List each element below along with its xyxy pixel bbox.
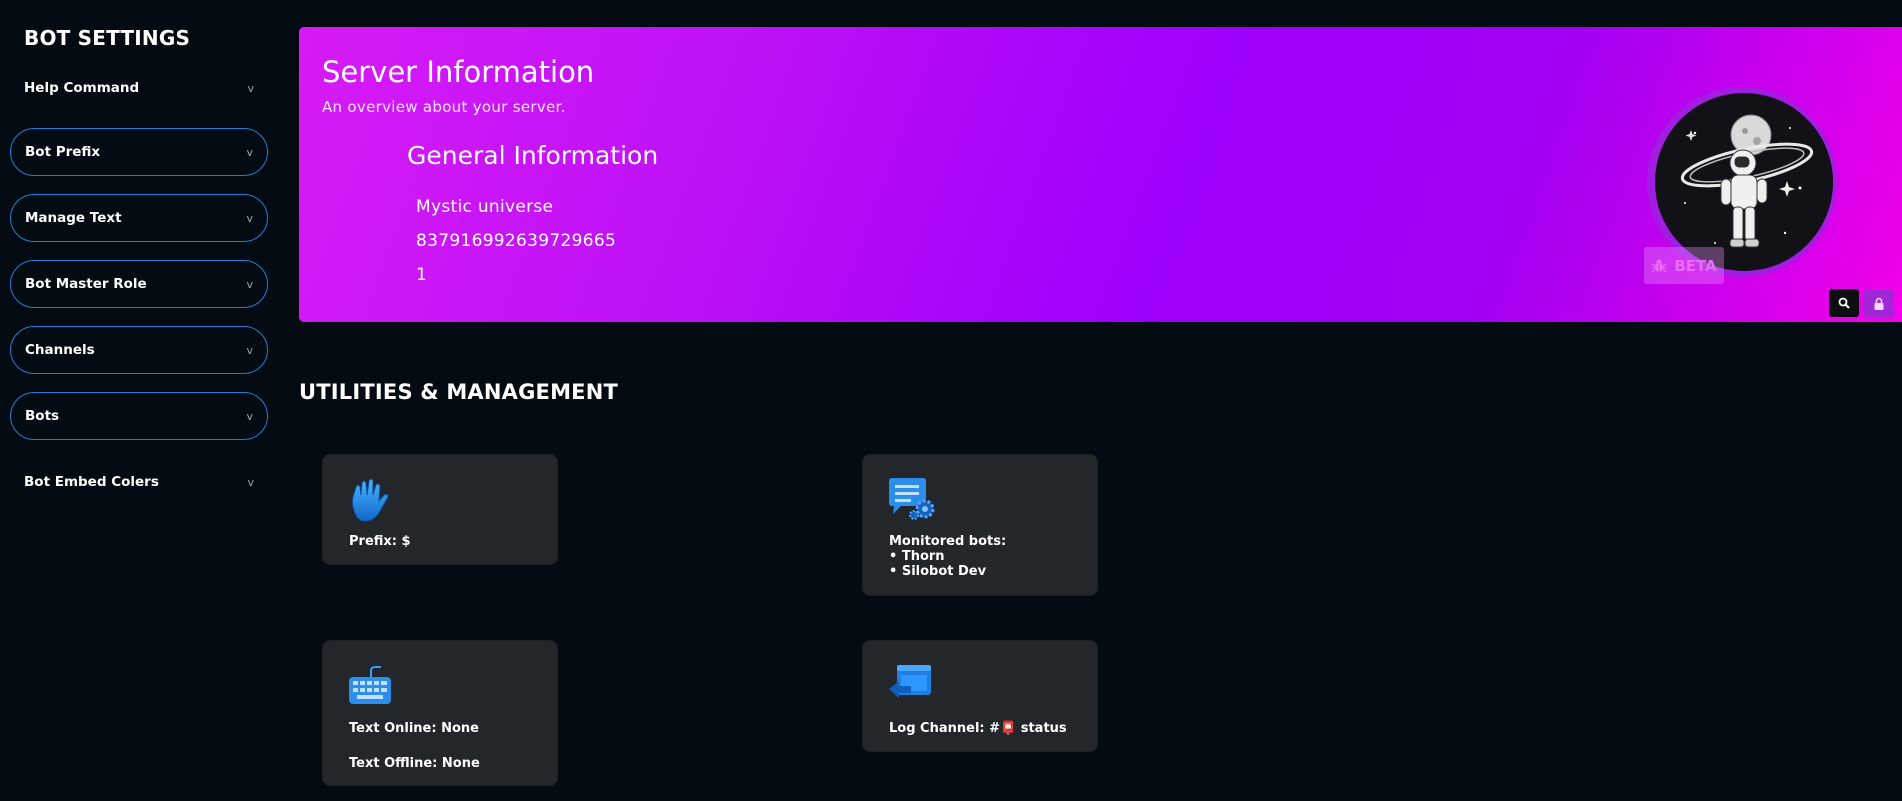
- banner-subtitle: An overview about your server.: [322, 98, 566, 116]
- sidebar-item-label: Bot Embed Colers: [24, 474, 159, 490]
- keyboard-icon: [349, 666, 391, 704]
- chevron-down-icon: v: [247, 81, 254, 95]
- sidebar: BOT SETTINGS Help Command v Bot Prefix v…: [0, 0, 280, 801]
- chevron-down-icon: v: [246, 343, 253, 357]
- chevron-down-icon: v: [246, 211, 253, 225]
- text-online: Text Online: None: [349, 721, 479, 736]
- monitored-bot-item: • Thorn: [889, 549, 945, 564]
- search-button[interactable]: [1829, 289, 1859, 317]
- window-arrow-icon: [889, 665, 931, 698]
- sidebar-item-label: Channels: [25, 342, 95, 358]
- chevron-down-icon: v: [246, 409, 253, 423]
- sidebar-item-manage-text[interactable]: Manage Text v: [10, 194, 268, 242]
- sidebar-title: BOT SETTINGS: [24, 26, 191, 50]
- text-offline: Text Offline: None: [349, 756, 480, 771]
- server-avatar: [1655, 93, 1833, 271]
- sidebar-item-label: Help Command: [24, 80, 140, 96]
- banner-title: Server Information: [322, 55, 595, 89]
- log-channel-card[interactable]: Log Channel: #📮 status: [862, 640, 1098, 752]
- astronaut-planet-icon: [1655, 93, 1833, 271]
- monitored-bots-heading: Monitored bots:: [889, 534, 1007, 549]
- sidebar-item-help-command[interactable]: Help Command v: [10, 64, 268, 112]
- server-info-banner: Server Information An overview about you…: [299, 27, 1902, 322]
- chevron-down-icon: v: [247, 475, 254, 489]
- lock-button[interactable]: [1864, 289, 1894, 317]
- sidebar-item-label: Bots: [25, 408, 60, 424]
- sidebar-item-label: Bot Prefix: [25, 144, 101, 160]
- chevron-down-icon: v: [246, 145, 253, 159]
- sidebar-item-bots[interactable]: Bots v: [10, 392, 268, 440]
- search-icon: [1838, 297, 1850, 309]
- sidebar-item-bot-master-role[interactable]: Bot Master Role v: [10, 260, 268, 308]
- waving-hand-icon: [352, 478, 389, 522]
- monitored-bots-card[interactable]: Monitored bots: • Thorn • Silobot Dev: [862, 454, 1098, 596]
- general-info-title: General Information: [407, 141, 659, 170]
- sidebar-item-channels[interactable]: Channels v: [10, 326, 268, 374]
- log-channel-text: Log Channel: #📮 status: [889, 721, 1067, 736]
- prefix-card[interactable]: Prefix: $: [322, 454, 558, 565]
- lock-icon: [1874, 297, 1884, 310]
- beta-label: BETA: [1674, 256, 1717, 275]
- sidebar-item-label: Manage Text: [25, 210, 122, 226]
- chevron-down-icon: v: [246, 277, 253, 291]
- chat-gear-icon: [889, 478, 935, 520]
- sidebar-item-bot-embed-colers[interactable]: Bot Embed Colers v: [10, 458, 268, 506]
- member-count: 1: [416, 265, 428, 285]
- text-status-card[interactable]: Text Online: None Text Offline: None: [322, 640, 558, 786]
- bug-icon: [1651, 259, 1667, 273]
- prefix-text: Prefix: $: [349, 534, 411, 549]
- server-id: 837916992639729665: [416, 231, 617, 251]
- sidebar-item-label: Bot Master Role: [25, 276, 147, 292]
- section-title: UTILITIES & MANAGEMENT: [299, 380, 619, 404]
- sidebar-item-bot-prefix[interactable]: Bot Prefix v: [10, 128, 268, 176]
- beta-badge: BETA: [1644, 247, 1724, 284]
- server-name: Mystic universe: [416, 197, 554, 217]
- monitored-bot-item: • Silobot Dev: [889, 564, 987, 579]
